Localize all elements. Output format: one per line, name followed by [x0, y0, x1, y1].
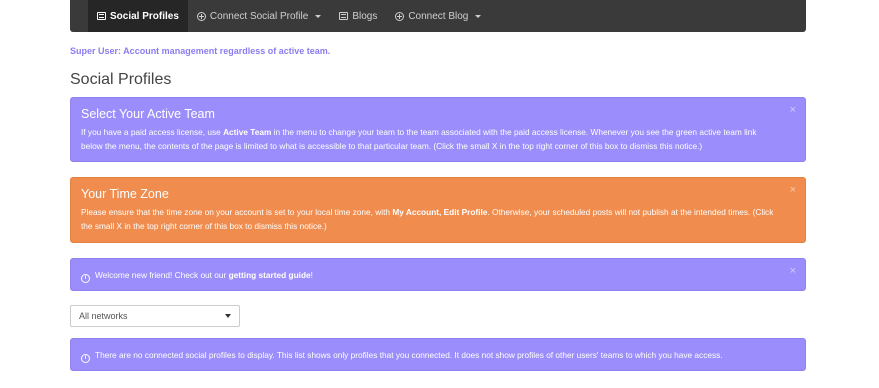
caret-down-icon	[315, 14, 322, 18]
alert-body: Please ensure that the time zone on your…	[81, 205, 777, 233]
nav-blogs-label: Blogs	[352, 10, 378, 22]
alert-text: !	[310, 270, 313, 280]
chevron-down-icon	[225, 314, 231, 318]
nav-social-profiles-label: Social Profiles	[110, 10, 179, 22]
welcome-alert: × i Welcome new friend! Check out our get…	[70, 258, 806, 291]
super-user-notice: Super User: Account management regardles…	[70, 46, 331, 56]
circle-plus-icon	[196, 11, 206, 21]
alert-title: Your Time Zone	[81, 187, 169, 201]
nav-connect-social-profile[interactable]: Connect Social Profile	[188, 0, 330, 32]
alert-text: If you have a paid access license, use	[81, 127, 224, 137]
alert-text: Please ensure that the time zone on your…	[81, 207, 393, 217]
time-zone-alert: × Your Time Zone Please ensure that the …	[70, 177, 806, 243]
network-filter-value: All networks	[79, 311, 128, 321]
active-team-alert: × Select Your Active Team If you have a …	[70, 97, 806, 162]
top-navbar: Social Profiles Connect Social Profile B…	[70, 0, 806, 32]
close-icon[interactable]: ×	[790, 105, 796, 116]
nav-connect-blog[interactable]: Connect Blog	[386, 0, 490, 32]
info-icon: i	[81, 354, 90, 363]
alert-title: Select Your Active Team	[81, 107, 215, 121]
caret-down-icon	[475, 14, 482, 18]
no-profiles-alert: i There are no connected social profiles …	[70, 338, 806, 371]
alert-text: There are no connected social profiles t…	[95, 350, 723, 360]
nav-connect-blog-label: Connect Blog	[408, 10, 469, 22]
page-title: Social Profiles	[70, 71, 172, 88]
alert-text: Welcome new friend! Check out our	[95, 270, 229, 280]
close-icon[interactable]: ×	[790, 185, 796, 196]
list-icon	[97, 12, 106, 20]
circle-plus-icon	[395, 11, 405, 21]
list-icon	[339, 12, 349, 20]
close-icon[interactable]: ×	[790, 266, 796, 277]
alert-bold-text: My Account, Edit Profile	[392, 207, 488, 217]
alert-bold-text: Active Team	[223, 127, 272, 137]
getting-started-link[interactable]: getting started guide	[229, 270, 311, 280]
nav-social-profiles[interactable]: Social Profiles	[88, 0, 188, 32]
alert-body: If you have a paid access license, use A…	[81, 125, 777, 153]
info-icon: i	[81, 274, 90, 283]
nav-connect-social-profile-label: Connect Social Profile	[209, 10, 309, 22]
nav-blogs[interactable]: Blogs	[330, 0, 386, 32]
network-filter-select[interactable]: All networks	[70, 305, 240, 327]
